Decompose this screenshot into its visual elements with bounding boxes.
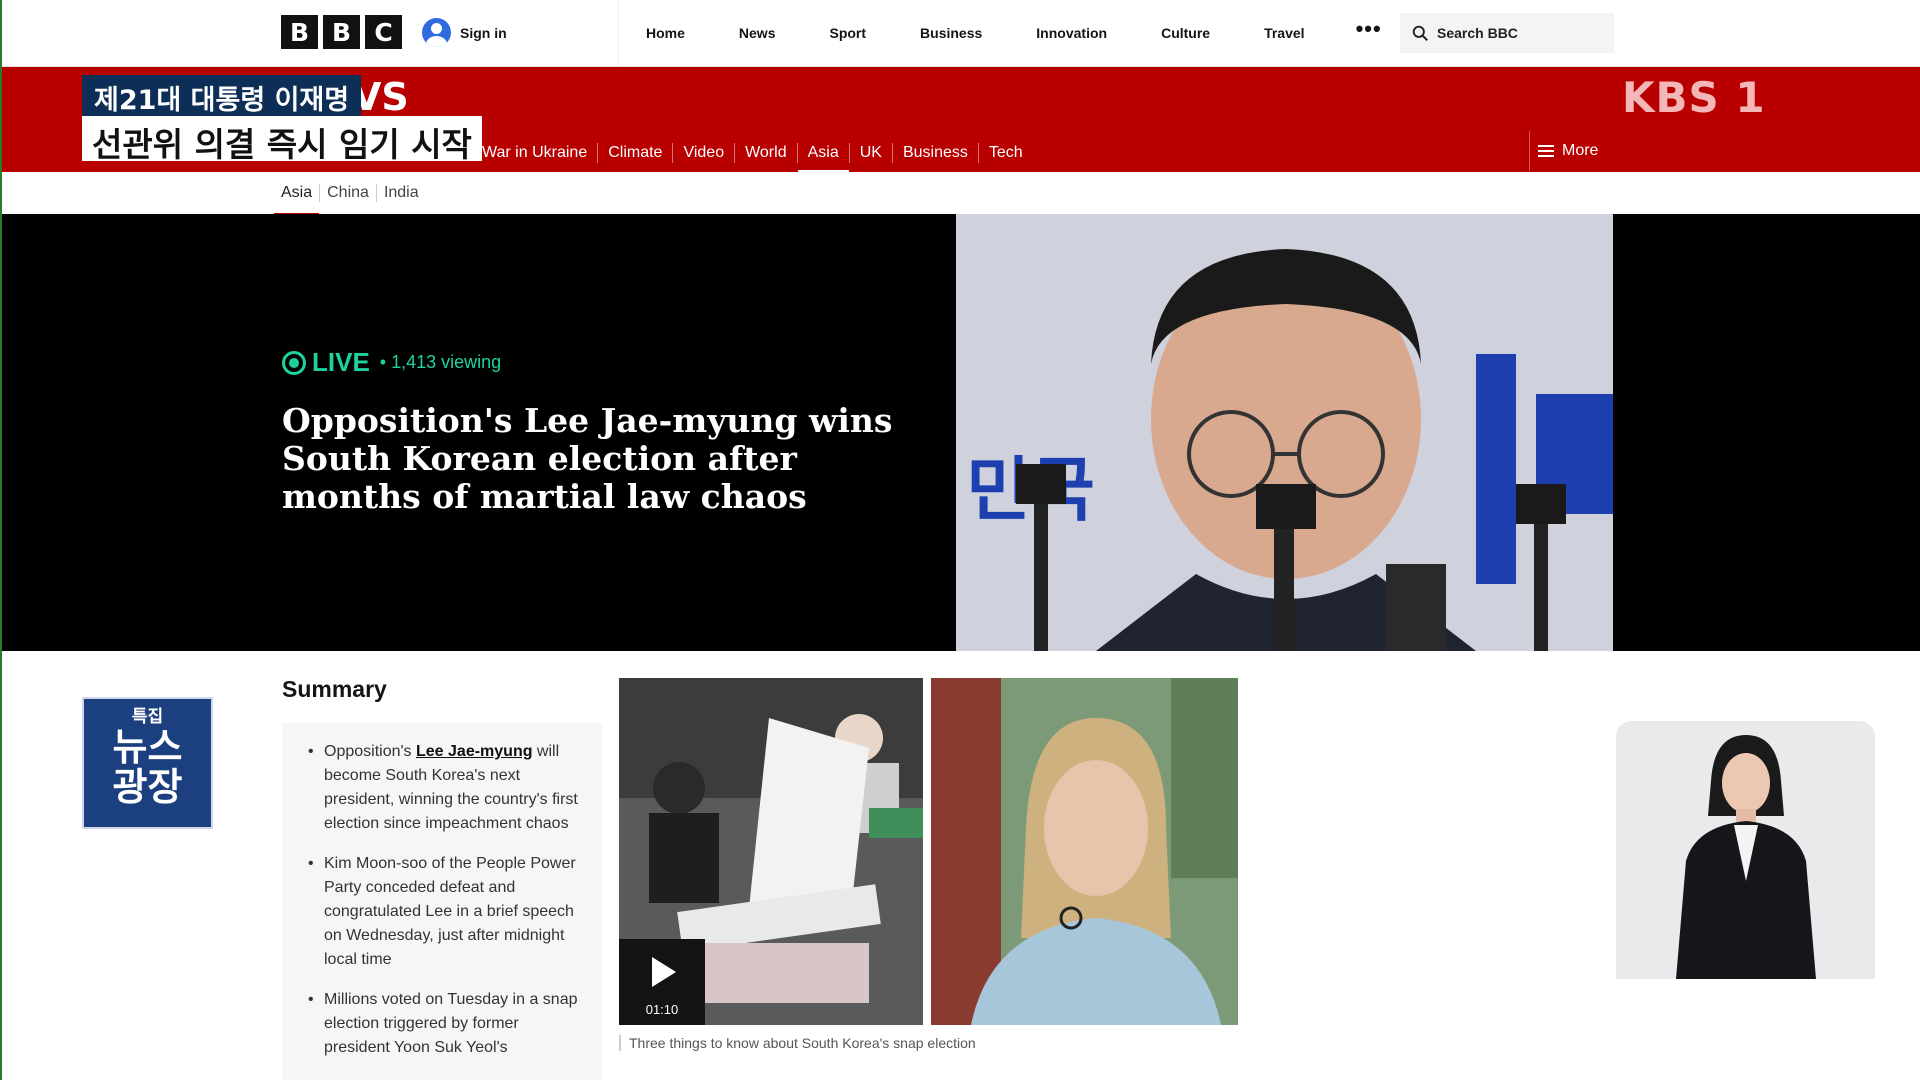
hero-banner: LIVE • 1,413 viewing Opposition's Lee Ja… <box>2 214 1920 651</box>
section-nav: War in Ukraine Climate Video World Asia … <box>472 133 1033 173</box>
sign-in-label: Sign in <box>460 24 507 41</box>
interpreter-figure <box>1616 721 1875 979</box>
section-climate[interactable]: Climate <box>598 142 674 163</box>
nav-travel[interactable]: Travel <box>1237 25 1331 41</box>
more-label: More <box>1562 142 1599 159</box>
nav-innovation[interactable]: Innovation <box>1009 25 1134 41</box>
program-badge-line2: 광장 <box>112 765 183 809</box>
program-badge-small: 특집 <box>131 707 164 727</box>
broadcast-caption-top: 제21대 대통령 이재명 <box>82 75 362 116</box>
summary-title: Summary <box>282 676 387 702</box>
summary-bullet-prefix: Opposition's <box>324 743 416 760</box>
top-nav: Home News Sport Business Innovation Cult… <box>618 0 1406 66</box>
screen: B B C Sign in Home News Sport Business I… <box>0 0 1920 1080</box>
video-thumbnail[interactable]: 01:10 <box>619 678 923 1025</box>
hero-headline[interactable]: Opposition's Lee Jae-myung wins South Ko… <box>282 402 942 516</box>
nav-news[interactable]: News <box>712 25 803 41</box>
summary-box: Opposition's Lee Jae-myung will become S… <box>282 723 602 1080</box>
nav-culture[interactable]: Culture <box>1134 25 1237 41</box>
search-input[interactable]: Search BBC <box>1400 13 1614 53</box>
video-duration: 01:10 <box>645 1002 679 1017</box>
nav-home[interactable]: Home <box>619 25 712 41</box>
play-icon <box>652 957 676 987</box>
search-icon <box>1412 25 1429 41</box>
hamburger-icon <box>1538 145 1554 157</box>
nav-sport[interactable]: Sport <box>802 25 893 41</box>
bbc-logo-letter-c: C <box>365 15 402 49</box>
summary-bullet: Millions voted on Tuesday in a snap elec… <box>308 988 584 1060</box>
section-business[interactable]: Business <box>893 142 979 163</box>
hero-photo-illustration: 민국 <box>956 214 1613 651</box>
live-indicator: LIVE • 1,413 viewing <box>282 347 501 378</box>
more-menu-icon[interactable]: ••• <box>1332 16 1406 50</box>
live-label: LIVE <box>312 347 370 377</box>
sign-language-interpreter <box>1616 721 1875 979</box>
hero-image[interactable]: 민국 <box>956 214 1613 651</box>
program-badge-line1: 뉴스 <box>112 725 183 769</box>
more-menu-button[interactable]: More <box>1529 131 1598 171</box>
summary-bullet: Opposition's Lee Jae-myung will become S… <box>308 740 584 836</box>
search-placeholder: Search BBC <box>1437 25 1518 41</box>
lee-jae-myung-link[interactable]: Lee Jae-myung <box>416 743 532 760</box>
live-icon <box>282 350 306 375</box>
play-button[interactable]: 01:10 <box>619 939 705 1025</box>
kbs-channel-logo: KBS 1 <box>1622 73 1766 122</box>
program-badge: 특집 뉴스 광장 <box>82 697 213 829</box>
sub-nav: Asia China India <box>2 172 1920 216</box>
subnav-asia[interactable]: Asia <box>274 184 321 216</box>
section-world[interactable]: World <box>735 142 798 163</box>
section-war-in-ukraine[interactable]: War in Ukraine <box>472 142 599 163</box>
viewer-count: • 1,413 viewing <box>379 352 502 372</box>
section-tech[interactable]: Tech <box>979 143 1033 163</box>
bbc-logo-letter-b1: B <box>281 15 318 49</box>
broadcast-caption-bottom: 선관위 의결 즉시 임기 시작 <box>82 116 482 164</box>
section-video[interactable]: Video <box>673 142 736 163</box>
bbc-logo-letter-b2: B <box>323 15 360 49</box>
account-icon <box>422 18 451 47</box>
bbc-logo[interactable]: B B C <box>281 15 402 49</box>
correspondent-thumbnail[interactable] <box>931 678 1238 1025</box>
subnav-india[interactable]: India <box>377 184 426 202</box>
summary-bullet: Kim Moon-soo of the People Power Party c… <box>308 852 584 972</box>
media-caption: Three things to know about South Korea's… <box>619 1035 976 1051</box>
bbc-top-bar: B B C Sign in Home News Sport Business I… <box>2 0 1920 67</box>
nav-business[interactable]: Business <box>893 25 1009 41</box>
sign-in-button[interactable]: Sign in <box>422 18 507 47</box>
section-uk[interactable]: UK <box>850 142 893 163</box>
section-asia[interactable]: Asia <box>797 142 850 173</box>
correspondent-photo <box>931 678 1238 1025</box>
subnav-china[interactable]: China <box>320 184 377 202</box>
